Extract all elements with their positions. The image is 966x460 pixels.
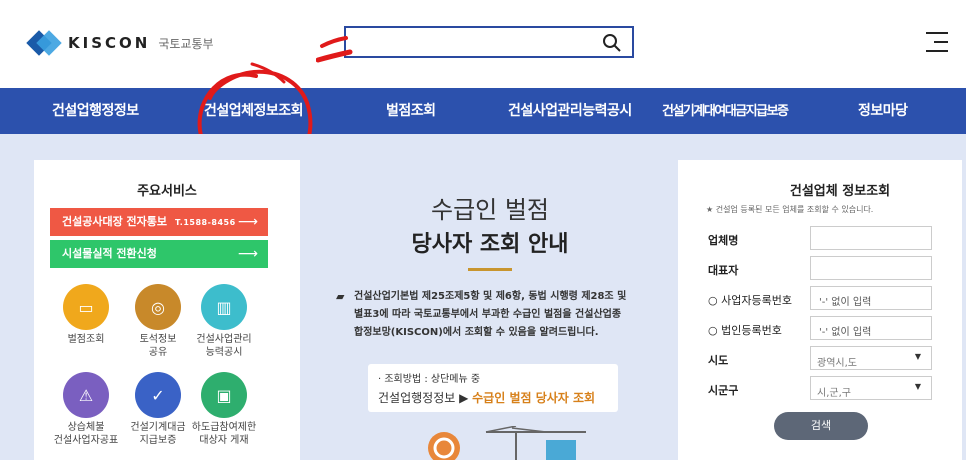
- nav-company-info[interactable]: 건설업체정보조회: [204, 100, 304, 120]
- facility-performance-convert-button[interactable]: 시설물실적 전환신청 ⟶: [50, 240, 268, 268]
- magnifier-crane-illustration-icon: [428, 426, 586, 460]
- method-path-text: 건설업행정정보 ▶: [378, 391, 473, 405]
- logo-diamond-icon: [26, 30, 62, 56]
- company-search-form: 건설업체 정보조회 ★ 건설업 등록된 모든 업체를 조회할 수 있습니다. 업…: [678, 160, 962, 460]
- kiscon-logo[interactable]: KISCON 국토교통부: [26, 30, 214, 56]
- notice-title-line1: 수급인 벌점: [430, 196, 550, 224]
- service-soil-info[interactable]: ◎ 토석정보 공유: [120, 284, 196, 359]
- nav-info-board[interactable]: 정보마당: [858, 100, 908, 120]
- penalty-notice: 수급인 벌점 당사자 조회 안내 ▰ 건설산업기본법 제25조제5항 및 제6항…: [330, 154, 650, 460]
- business-no-input[interactable]: '-' 없이 입력: [810, 286, 932, 310]
- business-no-radio[interactable]: ○ 사업자등록번호: [708, 292, 792, 308]
- service-label: 건설사업관리 능력공시: [196, 334, 252, 358]
- logo-ministry: 국토교통부: [158, 36, 214, 51]
- calendar-person-icon: ▣: [201, 372, 247, 418]
- sido-label: 시도: [708, 354, 729, 367]
- corporate-no-radio[interactable]: ○ 법인등록번호: [708, 322, 782, 338]
- sigungu-value: 시,군,구: [817, 388, 851, 399]
- lookup-method-box: · 조회방법 : 상단메뉴 중 건설업행정정보 ▶ 수급인 벌점 당사자 조회: [368, 364, 618, 412]
- main-content: 주요서비스 건설공사대장 전자통보 T.1588-8456 ⟶ 시설물실적 전환신…: [0, 134, 966, 460]
- alarm-icon: ⚠: [63, 372, 109, 418]
- service-label: 건설기계대금 지급보증: [130, 422, 186, 446]
- sigungu-select[interactable]: 시,군,구 ▼: [810, 376, 932, 400]
- sido-value: 광역시,도: [817, 358, 857, 369]
- nav-penalty[interactable]: 벌점조회: [386, 100, 436, 120]
- method-label: · 조회방법 : 상단메뉴 중: [378, 374, 481, 385]
- bar-chart-icon: ▥: [201, 284, 247, 330]
- company-name-input[interactable]: [810, 226, 932, 250]
- nav-cm-capability[interactable]: 건설사업관리능력공시: [508, 100, 632, 120]
- service-label: 벌점조회: [67, 334, 105, 345]
- notice-divider: [468, 268, 512, 271]
- shield-check-icon: ✓: [135, 372, 181, 418]
- construction-ledger-notify-button[interactable]: 건설공사대장 전자통보 T.1588-8456 ⟶: [50, 208, 268, 236]
- bullet-icon: ▰: [336, 290, 345, 303]
- notice-body: ▰ 건설산업기본법 제25조제5항 및 제6항, 동법 시행령 제28조 및 별…: [336, 288, 630, 342]
- search-input[interactable]: [352, 32, 592, 52]
- service-equipment-guarantee[interactable]: ✓ 건설기계대금 지급보증: [120, 372, 196, 447]
- hamburger-menu-icon[interactable]: [926, 32, 948, 52]
- representative-label: 대표자: [708, 264, 739, 277]
- main-services-panel: 주요서비스 건설공사대장 전자통보 T.1588-8456 ⟶ 시설물실적 전환신…: [34, 160, 300, 460]
- notice-title-line2: 당사자 조회 안내: [411, 232, 569, 257]
- sigungu-label: 시군구: [708, 384, 739, 397]
- search-box: [344, 26, 634, 58]
- nav-equipment-guarantee[interactable]: 건설기계대여대금지급보증: [662, 100, 789, 119]
- nav-construction-admin[interactable]: 건설업행정정보: [52, 100, 139, 120]
- notice-body-text: 건설산업기본법 제25조제5항 및 제6항, 동법 시행령 제28조 및 별표3…: [354, 291, 627, 338]
- service-label: 토석정보 공유: [139, 334, 177, 358]
- ledger-notify-tel: T.1588-8456: [175, 218, 236, 227]
- sido-select[interactable]: 광역시,도 ▼: [810, 346, 932, 370]
- form-title: 건설업체 정보조회: [789, 184, 891, 199]
- form-note: ★ 건설업 등록된 모든 업체를 조회할 수 있습니다.: [706, 205, 874, 214]
- ledger-notify-label: 건설공사대장 전자통보: [62, 215, 168, 228]
- caret-down-icon: ▼: [914, 352, 921, 361]
- card-icon: ▭: [63, 284, 109, 330]
- facility-convert-label: 시설물실적 전환신청: [62, 247, 157, 260]
- logo-text: KISCON: [68, 34, 151, 52]
- arrow-right-icon: ⟶: [237, 246, 258, 262]
- method-path: 건설업행정정보 ▶ 수급인 벌점 당사자 조회: [378, 389, 608, 406]
- service-cm-capability[interactable]: ▥ 건설사업관리 능력공시: [186, 284, 262, 359]
- main-nav: 건설업행정정보 건설업체정보조회 벌점조회 건설사업관리능력공시 건설기계대여대…: [0, 88, 966, 134]
- search-icon[interactable]: [602, 33, 622, 53]
- service-penalty-lookup[interactable]: ▭ 벌점조회: [48, 284, 124, 346]
- service-label: 상습체불 건설사업자공표: [53, 422, 119, 446]
- recycle-icon: ◎: [135, 284, 181, 330]
- arrow-right-icon: ⟶: [237, 214, 258, 230]
- service-habitual-arrears[interactable]: ⚠ 상습체불 건설사업자공표: [48, 372, 124, 447]
- company-name-label: 업체명: [708, 234, 739, 247]
- services-title: 주요서비스: [137, 184, 197, 199]
- corporate-no-input[interactable]: '-' 없이 입력: [810, 316, 932, 340]
- service-subcontract-restriction[interactable]: ▣ 하도급참여제한 대상자 게재: [186, 372, 262, 447]
- representative-input[interactable]: [810, 256, 932, 280]
- method-path-highlight[interactable]: 수급인 벌점 당사자 조회: [472, 391, 595, 405]
- form-search-button[interactable]: 검색: [774, 412, 868, 440]
- site-header: KISCON 국토교통부: [0, 0, 966, 88]
- service-label: 하도급참여제한 대상자 게재: [191, 422, 257, 446]
- caret-down-icon: ▼: [914, 382, 921, 391]
